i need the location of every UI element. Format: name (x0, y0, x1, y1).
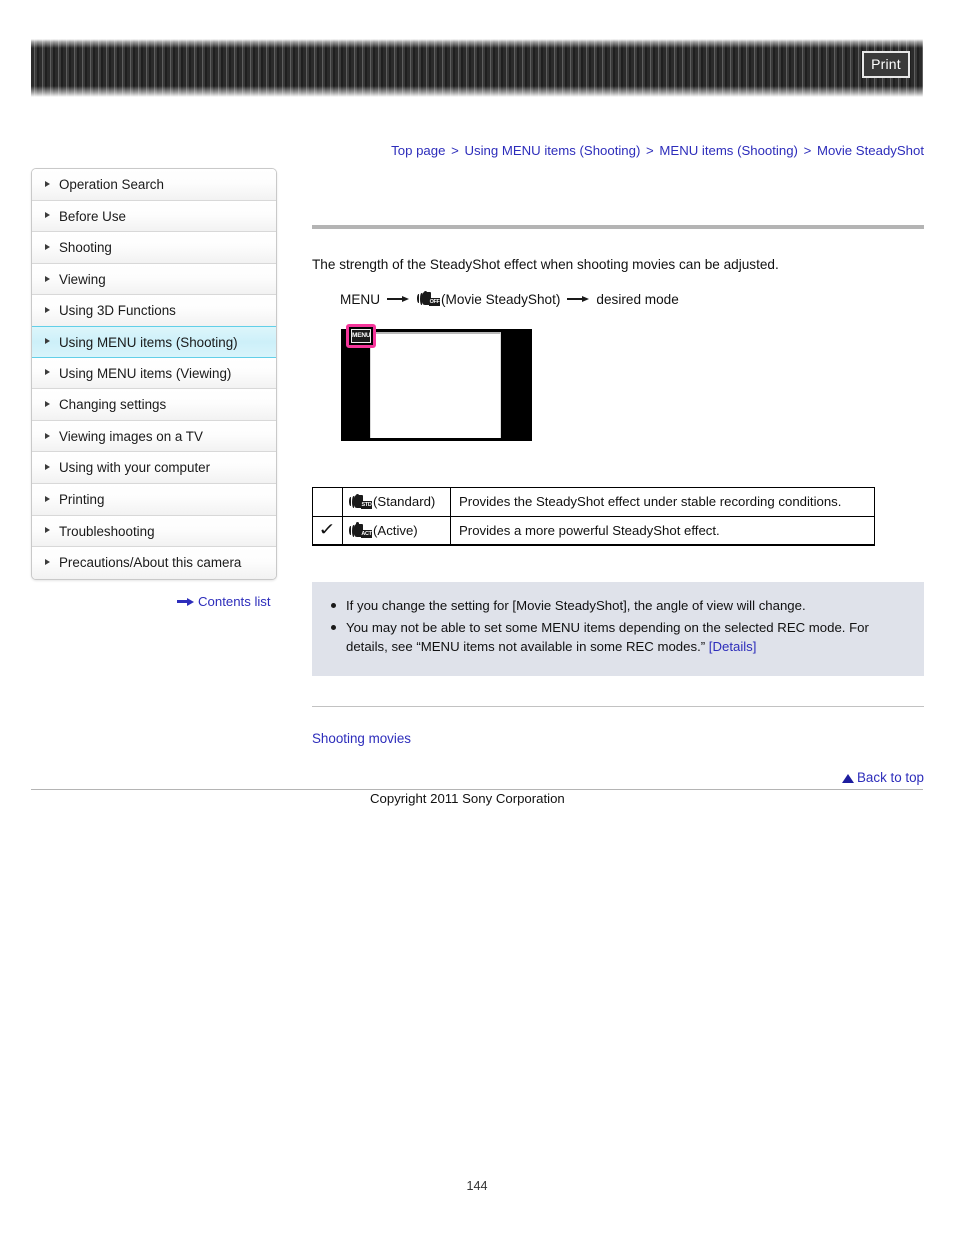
sidebar-item-label: Shooting (59, 240, 112, 256)
note-text: You may not be able to set some MENU ite… (346, 620, 869, 655)
check-icon: ✓ (318, 519, 337, 540)
content-bottom-divider (312, 705, 924, 707)
icon-tag-label: STD (361, 501, 372, 510)
arrow-right-icon (567, 295, 590, 303)
breadcrumb-item-movie-steadyshot: Movie SteadyShot (816, 143, 924, 158)
sidebar-item-printing[interactable]: Printing (32, 483, 276, 516)
table-row: STD (Standard) Provides the SteadyShot e… (312, 486, 875, 517)
sidebar-item-troubleshooting[interactable]: Troubleshooting (32, 515, 276, 548)
notes-list: If you change the setting for [Movie Ste… (328, 596, 908, 656)
description-cell: Provides the SteadyShot effect under sta… (450, 486, 875, 517)
chevron-right-icon (45, 338, 50, 345)
chevron-right-icon (45, 307, 50, 314)
sidebar-item-label: Troubleshooting (59, 523, 155, 539)
steadyshot-standard-icon: STD (349, 493, 372, 510)
chevron-right-icon (45, 212, 50, 219)
back-to-top-link[interactable]: Back to top (312, 770, 924, 785)
breadcrumb-item-using-menu-items-shooting[interactable]: Using MENU items (Shooting) (464, 143, 640, 158)
contents-list-link[interactable]: Contents list (177, 594, 271, 609)
footer-divider (31, 789, 923, 790)
triangle-up-icon (842, 774, 854, 783)
sidebar-item-label: Using MENU items (Viewing) (59, 365, 232, 381)
icon-tag-label: ACT (361, 529, 372, 538)
steadyshot-options-table: STD (Standard) Provides the SteadyShot e… (312, 486, 875, 547)
menu-path-instruction: MENU OFF (Movie SteadyShot) desired mode (312, 290, 924, 307)
chevron-right-icon (45, 495, 50, 502)
sidebar-item-label: Changing settings (59, 397, 167, 413)
list-item: You may not be able to set some MENU ite… (328, 618, 908, 656)
print-button[interactable]: Print (862, 51, 910, 78)
sidebar-item-operation-search[interactable]: Operation Search (32, 169, 276, 201)
sidebar-item-precautions-about-this-camera[interactable]: Precautions/About this camera (32, 547, 276, 579)
menu-button-label: MENU (351, 328, 371, 343)
menu-path-end: desired mode (596, 291, 679, 307)
menu-button-highlight[interactable]: MENU (346, 323, 376, 348)
breadcrumb-item-menu-items-shooting[interactable]: MENU items (Shooting) (659, 143, 798, 158)
sidebar-item-label: Using with your computer (59, 460, 211, 476)
back-to-top-label: Back to top (857, 770, 924, 785)
content-top-divider (312, 225, 924, 229)
icon-tag-label: OFF (429, 298, 441, 307)
intro-paragraph: The strength of the SteadyShot effect wh… (312, 257, 779, 272)
movie-steadyshot-icon: OFF (417, 290, 441, 307)
sidebar-item-before-use[interactable]: Before Use (32, 200, 276, 233)
camera-lcd-area (370, 331, 501, 438)
sidebar-navigation: Operation Search Before Use Shooting Vie… (31, 168, 277, 580)
sidebar-item-viewing[interactable]: Viewing (32, 263, 276, 296)
breadcrumb: Top page > Using MENU items (Shooting) >… (312, 143, 924, 158)
page-number: 144 (466, 1179, 488, 1193)
breadcrumb-separator: > (803, 143, 812, 158)
sidebar-item-using-3d-functions[interactable]: Using 3D Functions (32, 295, 276, 327)
chevron-right-icon (45, 275, 50, 282)
menu-path-middle: (Movie SteadyShot) (441, 291, 561, 307)
mode-cell: STD (Standard) (342, 486, 451, 517)
mode-cell: ACT (Active) (342, 515, 451, 547)
table-row: ✓ ACT (Active) Provides a more powerful … (312, 515, 875, 547)
sidebar-item-shooting[interactable]: Shooting (32, 232, 276, 264)
sidebar-item-label: Printing (59, 491, 105, 507)
sidebar-item-viewing-images-on-a-tv[interactable]: Viewing images on a TV (32, 420, 276, 453)
breadcrumb-separator: > (646, 143, 654, 158)
chevron-right-icon (45, 527, 50, 534)
menu-path-start: MENU (340, 291, 381, 307)
breadcrumb-item-top-page[interactable]: Top page (391, 143, 445, 158)
default-check-cell: ✓ (312, 515, 343, 547)
description-cell: Provides a more powerful SteadyShot effe… (450, 515, 875, 547)
sidebar-item-label: Using 3D Functions (59, 303, 176, 319)
top-banner: Print (31, 39, 923, 97)
arrow-right-icon (177, 597, 194, 606)
note-text: If you change the setting for [Movie Ste… (346, 598, 806, 614)
default-check-cell (312, 486, 343, 517)
sidebar-item-changing-settings[interactable]: Changing settings (32, 389, 276, 421)
sidebar-item-label: Using MENU items (Shooting) (59, 334, 238, 350)
sidebar-item-label: Viewing images on a TV (59, 428, 203, 444)
notes-box: If you change the setting for [Movie Ste… (312, 582, 924, 676)
chevron-right-icon (45, 559, 50, 566)
sidebar-item-label: Before Use (59, 208, 126, 224)
chevron-right-icon (45, 432, 50, 439)
contents-list-label: Contents list (198, 594, 271, 609)
breadcrumb-separator: > (451, 143, 459, 158)
sidebar-item-using-menu-items-shooting[interactable]: Using MENU items (Shooting) (32, 325, 276, 358)
arrow-right-icon (387, 295, 410, 303)
sidebar-item-using-with-your-computer[interactable]: Using with your computer (32, 452, 276, 484)
camera-screen-figure: MENU (341, 323, 532, 441)
chevron-right-icon (45, 369, 50, 376)
details-link[interactable]: [Details] (709, 639, 757, 654)
copyright-text: Copyright 2011 Sony Corporation (370, 791, 565, 806)
chevron-right-icon (45, 243, 50, 250)
list-item: If you change the setting for [Movie Ste… (328, 596, 908, 615)
mode-label: (Active) (373, 522, 418, 538)
chevron-right-icon (45, 464, 50, 471)
sidebar-item-label: Precautions/About this camera (59, 555, 242, 571)
chevron-right-icon (45, 400, 50, 407)
steadyshot-active-icon: ACT (349, 522, 372, 538)
sidebar-item-using-menu-items-viewing[interactable]: Using MENU items (Viewing) (32, 357, 276, 390)
mode-label: (Standard) (373, 494, 436, 510)
sidebar-item-label: Operation Search (59, 177, 164, 192)
main-content: The strength of the SteadyShot effect wh… (312, 168, 924, 748)
sidebar-item-label: Viewing (59, 271, 106, 287)
chevron-right-icon (45, 180, 50, 187)
related-link-shooting-movies[interactable]: Shooting movies (312, 731, 411, 746)
